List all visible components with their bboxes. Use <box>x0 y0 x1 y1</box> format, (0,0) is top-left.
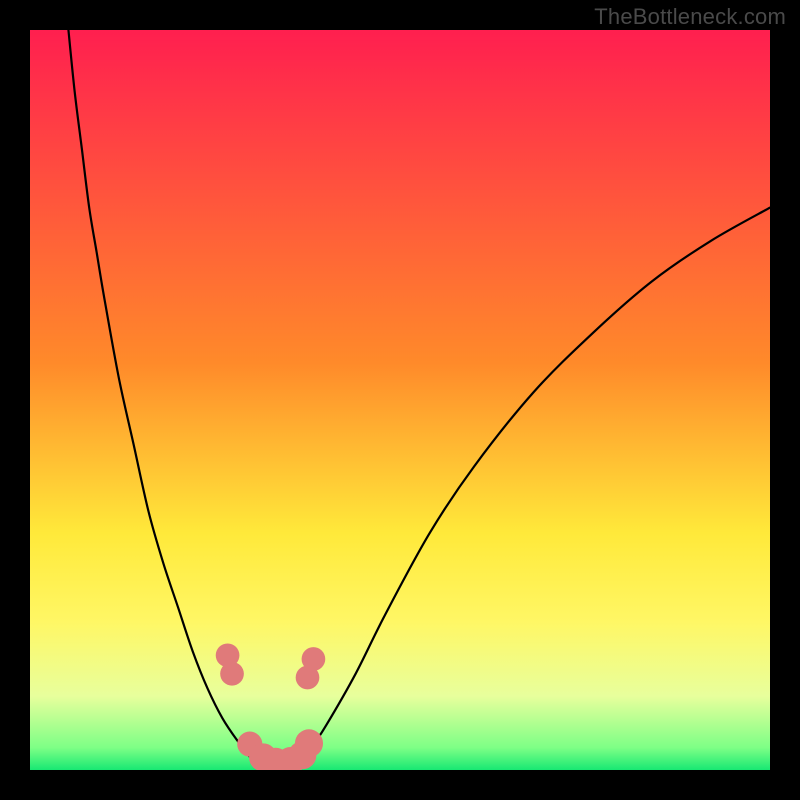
point-p8 <box>295 729 323 757</box>
chart-svg <box>30 30 770 770</box>
point-p10 <box>302 647 326 671</box>
chart-background <box>30 30 770 770</box>
figure-frame: TheBottleneck.com <box>0 0 800 800</box>
watermark-text: TheBottleneck.com <box>594 4 786 30</box>
point-p2 <box>220 662 244 686</box>
plot-area <box>30 30 770 770</box>
